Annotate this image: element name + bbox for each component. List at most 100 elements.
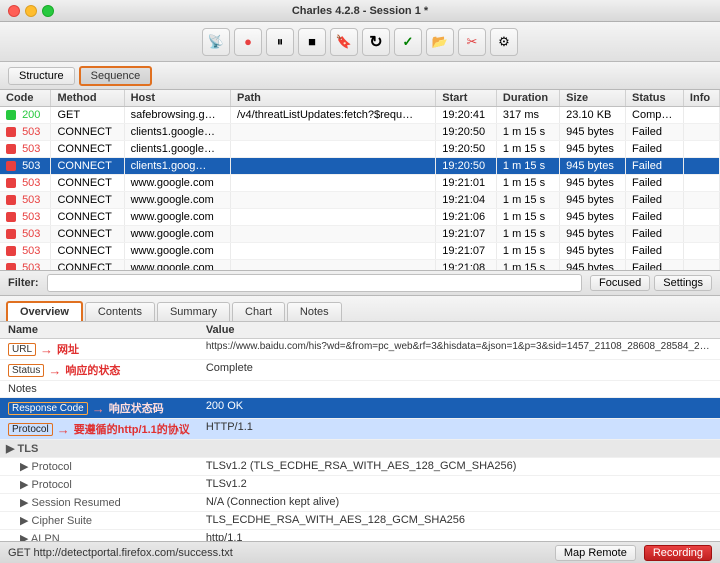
cell-method: CONNECT [51, 124, 124, 141]
tab-summary[interactable]: Summary [157, 302, 230, 321]
cell-status: Failed [626, 175, 684, 192]
notes-key: Notes [0, 381, 198, 398]
table-row[interactable]: 503 CONNECT clients1.google… 19:20:50 1 … [0, 124, 720, 141]
url-key: URL → 网址 [0, 339, 198, 360]
check-icon[interactable]: ✓ [394, 28, 422, 56]
record-icon[interactable]: ● [234, 28, 262, 56]
cell-duration: 1 m 15 s [496, 158, 559, 175]
col-duration: Duration [496, 90, 559, 107]
pause-icon[interactable]: ⏸ [266, 28, 294, 56]
title-bar: Charles 4.2.8 - Session 1 * [0, 0, 720, 22]
cell-start: 19:20:50 [436, 124, 497, 141]
cell-path [230, 158, 435, 175]
map-remote-button[interactable]: Map Remote [555, 545, 636, 561]
table-row[interactable]: 503 CONNECT www.google.com 19:21:07 1 m … [0, 226, 720, 243]
status-bar: GET http://detectportal.firefox.com/succ… [0, 541, 720, 563]
cell-code: 503 [0, 226, 51, 243]
refresh-icon[interactable]: ↻ [362, 28, 390, 56]
cell-status: Failed [626, 209, 684, 226]
cell-code: 503 [0, 158, 51, 175]
cell-size: 945 bytes [560, 158, 626, 175]
detail-row: ▶ Cipher SuiteTLS_ECDHE_RSA_WITH_AES_128… [0, 512, 720, 530]
cell-duration: 1 m 15 s [496, 260, 559, 271]
cell-duration: 1 m 15 s [496, 226, 559, 243]
tls-row-value: TLSv1.2 [198, 476, 720, 494]
sequence-view-button[interactable]: Sequence [79, 66, 153, 86]
cell-code: 503 [0, 260, 51, 271]
cell-path [230, 141, 435, 158]
close-button[interactable] [8, 5, 20, 17]
cell-duration: 1 m 15 s [496, 141, 559, 158]
cell-duration: 1 m 15 s [496, 124, 559, 141]
cell-size: 945 bytes [560, 192, 626, 209]
scissors-icon[interactable]: ✂ [458, 28, 486, 56]
col-start: Start [436, 90, 497, 107]
col-method: Method [51, 90, 124, 107]
cell-status: Failed [626, 158, 684, 175]
settings-button[interactable]: Settings [654, 275, 712, 291]
col-status: Status [626, 90, 684, 107]
cell-status: Failed [626, 141, 684, 158]
import-icon[interactable]: 📂 [426, 28, 454, 56]
detail-col-value: Value [198, 322, 720, 339]
protocol-key: Protocol → 要遵循的http/1.1的协议 [0, 419, 198, 440]
cell-info [683, 192, 719, 209]
cell-path [230, 192, 435, 209]
cell-size: 945 bytes [560, 175, 626, 192]
cell-code: 503 [0, 209, 51, 226]
cell-info [683, 141, 719, 158]
detail-row-response-code[interactable]: Response Code → 响应状态码 200 OK [0, 398, 720, 419]
table-row[interactable]: 503 CONNECT www.google.com 19:21:06 1 m … [0, 209, 720, 226]
cell-code: 503 [0, 243, 51, 260]
recording-button[interactable]: Recording [644, 545, 712, 561]
detail-row: ▶ ProtocolTLSv1.2 [0, 476, 720, 494]
cell-host: www.google.com [124, 209, 230, 226]
tab-notes[interactable]: Notes [287, 302, 342, 321]
table-row[interactable]: 503 CONNECT clients1.goog… 19:20:50 1 m … [0, 158, 720, 175]
cell-size: 23.10 KB [560, 107, 626, 124]
window-controls [8, 5, 54, 17]
tls-section-header: ▶ TLS [0, 440, 720, 458]
table-row[interactable]: 200 GET safebrowsing.g… /v4/threatListUp… [0, 107, 720, 124]
tab-overview[interactable]: Overview [6, 301, 83, 321]
tls-row-key: ▶ Protocol [0, 476, 198, 494]
stop-icon[interactable]: ■ [298, 28, 326, 56]
settings-icon[interactable]: ⚙ [490, 28, 518, 56]
cell-method: CONNECT [51, 209, 124, 226]
detail-row-protocol[interactable]: Protocol → 要遵循的http/1.1的协议 HTTP/1.1 [0, 419, 720, 440]
status-url: GET http://detectportal.firefox.com/succ… [8, 547, 547, 559]
cell-duration: 1 m 15 s [496, 175, 559, 192]
tab-contents[interactable]: Contents [85, 302, 155, 321]
table-row[interactable]: 503 CONNECT www.google.com 19:21:08 1 m … [0, 260, 720, 271]
minimize-button[interactable] [25, 5, 37, 17]
table-row[interactable]: 503 CONNECT www.google.com 19:21:04 1 m … [0, 192, 720, 209]
structure-view-button[interactable]: Structure [8, 67, 75, 85]
status-value: Complete [198, 360, 720, 381]
filter-input[interactable] [47, 274, 582, 292]
sequence-table: Code Method Host Path Start Duration Siz… [0, 90, 720, 270]
cell-path: /v4/threatListUpdates:fetch?$requ… [230, 107, 435, 124]
tls-row-value: N/A (Connection kept alive) [198, 494, 720, 512]
cell-status: Comp… [626, 107, 684, 124]
table-row[interactable]: 503 CONNECT www.google.com 19:21:01 1 m … [0, 175, 720, 192]
cell-size: 945 bytes [560, 260, 626, 271]
filter-label: Filter: [8, 277, 39, 289]
maximize-button[interactable] [42, 5, 54, 17]
bookmark-icon[interactable]: 🔖 [330, 28, 358, 56]
antenna-icon[interactable]: 📡 [202, 28, 230, 56]
cell-code: 200 [0, 107, 51, 124]
cell-path [230, 209, 435, 226]
cell-size: 945 bytes [560, 226, 626, 243]
tab-chart[interactable]: Chart [232, 302, 285, 321]
cell-status: Failed [626, 243, 684, 260]
cell-method: CONNECT [51, 141, 124, 158]
toolbar: 📡 ● ⏸ ■ 🔖 ↻ ✓ 📂 ✂ ⚙ [0, 22, 720, 62]
cell-method: CONNECT [51, 192, 124, 209]
col-path: Path [230, 90, 435, 107]
table-row[interactable]: 503 CONNECT www.google.com 19:21:07 1 m … [0, 243, 720, 260]
detail-panel: Name Value URL → 网址 https://www.baidu.co… [0, 322, 720, 541]
table-row[interactable]: 503 CONNECT clients1.google… 19:20:50 1 … [0, 141, 720, 158]
cell-start: 19:21:07 [436, 243, 497, 260]
cell-method: CONNECT [51, 260, 124, 271]
focused-button[interactable]: Focused [590, 275, 650, 291]
